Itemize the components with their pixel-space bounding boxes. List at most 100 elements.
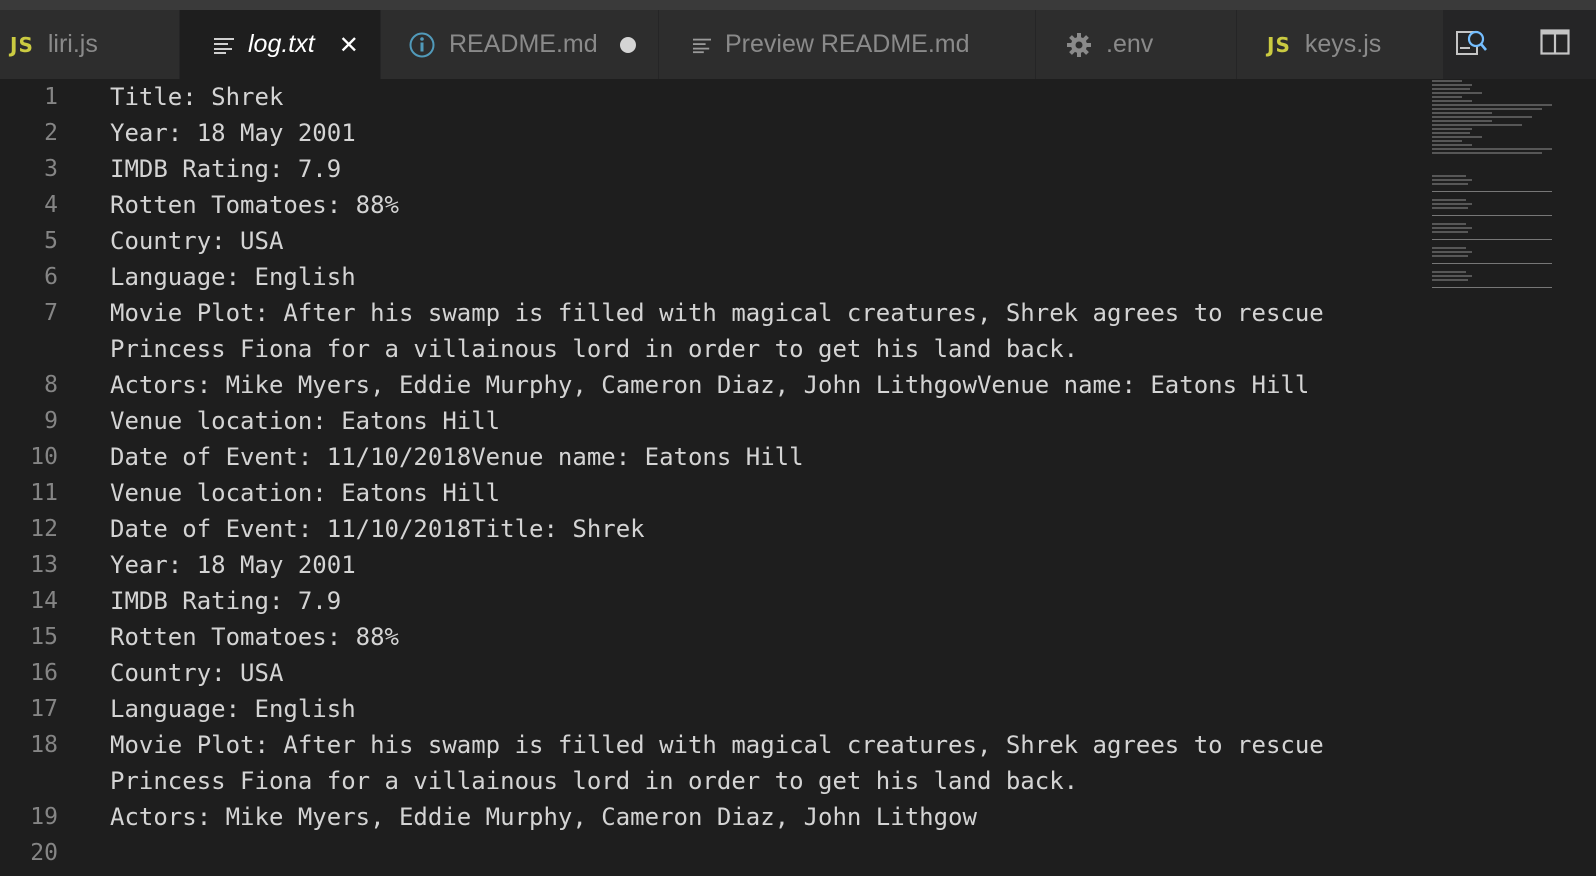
editor-line[interactable]: 16 Country: USA — [0, 655, 1420, 691]
line-number: 10 — [30, 444, 58, 470]
minimap-line — [1432, 104, 1552, 106]
line-text: Date of Event: 11/10/2018Title: Shrek — [110, 515, 645, 543]
minimap-line — [1432, 116, 1532, 118]
editor-line[interactable]: 2 Year: 18 May 2001 — [0, 115, 1420, 151]
tab-readme-md[interactable]: README.md — [381, 10, 659, 79]
minimap-line — [1432, 80, 1462, 82]
gear-icon — [1066, 32, 1092, 58]
info-icon — [409, 32, 435, 58]
line-number: 9 — [44, 408, 58, 434]
open-preview-icon[interactable] — [1455, 27, 1487, 62]
line-text: Year: 18 May 2001 — [110, 551, 356, 579]
line-text: Actors: Mike Myers, Eddie Murphy, Camero… — [110, 371, 1310, 399]
editor-line[interactable]: 18 Movie Plot: After his swamp is filled … — [0, 727, 1420, 799]
editor-line[interactable]: 5 Country: USA — [0, 223, 1420, 259]
line-number: 14 — [30, 588, 58, 614]
line-number: 5 — [44, 228, 58, 254]
line-number: 15 — [30, 624, 58, 650]
minimap-line — [1432, 183, 1468, 185]
window-title-strip — [0, 0, 1596, 10]
line-number: 3 — [44, 156, 58, 182]
tab-label: README.md — [449, 30, 598, 58]
line-text: Movie Plot: After his swamp is filled wi… — [110, 299, 1339, 363]
editor-line[interactable]: 12 Date of Event: 11/10/2018Title: Shrek — [0, 511, 1420, 547]
line-number: 8 — [44, 372, 58, 398]
line-text: IMDB Rating: 7.9 — [110, 155, 342, 183]
editor-actions — [1428, 10, 1596, 79]
line-text: Year: 18 May 2001 — [110, 119, 356, 147]
tab-label: Preview README.md — [725, 30, 970, 58]
editor-line[interactable]: 8 Actors: Mike Myers, Eddie Murphy, Camer… — [0, 367, 1420, 403]
minimap-line — [1432, 84, 1472, 86]
editor-line[interactable]: 15 Rotten Tomatoes: 88% — [0, 619, 1420, 655]
editor-line[interactable]: 3 IMDB Rating: 7.9 — [0, 151, 1420, 187]
editor-line[interactable]: 4 Rotten Tomatoes: 88% — [0, 187, 1420, 223]
editor-line[interactable]: 20 — [0, 835, 1420, 871]
minimap-line — [1432, 136, 1482, 138]
line-text: Language: English — [110, 263, 356, 291]
minimap-line — [1432, 179, 1472, 181]
line-number: 18 — [30, 732, 58, 758]
text-file-icon — [693, 36, 711, 54]
minimap-separator — [1432, 263, 1552, 264]
editor-tab-bar: JS liri.js log.txt ✕ README.md Preview R… — [0, 10, 1596, 79]
minimap-line — [1432, 175, 1466, 177]
tab-log-txt[interactable]: log.txt ✕ — [180, 10, 381, 79]
line-number: 11 — [30, 480, 58, 506]
line-text: Rotten Tomatoes: 88% — [110, 623, 399, 651]
tab-label: log.txt — [248, 30, 315, 58]
minimap-line — [1432, 247, 1466, 249]
minimap-line — [1432, 92, 1482, 94]
minimap-line — [1432, 88, 1470, 90]
tab-keys-js[interactable]: JS keys.js — [1237, 10, 1444, 79]
minimap-line — [1432, 144, 1472, 146]
editor-line[interactable]: 14 IMDB Rating: 7.9 — [0, 583, 1420, 619]
minimap-line — [1432, 275, 1472, 277]
line-text: Title: Shrek — [110, 83, 284, 111]
js-icon: JS — [10, 32, 34, 57]
line-text — [110, 835, 1360, 871]
editor-line[interactable]: 10 Date of Event: 11/10/2018Venue name: E… — [0, 439, 1420, 475]
editor-line[interactable]: 9 Venue location: Eatons Hill — [0, 403, 1420, 439]
text-file-icon — [214, 36, 234, 54]
minimap-separator — [1432, 191, 1552, 192]
line-number: 6 — [44, 264, 58, 290]
line-text: Date of Event: 11/10/2018Venue name: Eat… — [110, 443, 804, 471]
unsaved-dot-icon[interactable] — [619, 36, 636, 53]
tab-liri-js[interactable]: JS liri.js — [0, 10, 180, 79]
line-text: Venue location: Eatons Hill — [110, 407, 501, 435]
line-number: 16 — [30, 660, 58, 686]
minimap-line — [1432, 271, 1466, 273]
editor-line[interactable]: 19 Actors: Mike Myers, Eddie Murphy, Came… — [0, 799, 1420, 835]
tab-label: .env — [1106, 30, 1154, 58]
line-text: Actors: Mike Myers, Eddie Murphy, Camero… — [110, 803, 977, 831]
text-editor[interactable]: 1 Title: Shrek 2 Year: 18 May 2001 3 IMDB Rat… — [0, 79, 1420, 876]
editor-line[interactable]: 7 Movie Plot: After his swamp is filled w… — [0, 295, 1420, 367]
minimap-line — [1432, 108, 1542, 110]
editor-line[interactable]: 6 Language: English — [0, 259, 1420, 295]
minimap-line — [1432, 207, 1468, 209]
line-number: 13 — [30, 552, 58, 578]
minimap-line — [1432, 231, 1468, 233]
tab-env[interactable]: .env — [1036, 10, 1237, 79]
line-number: 17 — [30, 696, 58, 722]
minimap-line — [1432, 132, 1470, 134]
line-number: 20 — [30, 840, 58, 866]
split-editor-icon[interactable] — [1539, 29, 1570, 60]
editor-line[interactable]: 11 Venue location: Eatons Hill — [0, 475, 1420, 511]
minimap-line — [1432, 199, 1466, 201]
minimap-line — [1432, 128, 1472, 130]
minimap-line — [1432, 227, 1472, 229]
close-icon[interactable]: ✕ — [339, 31, 359, 59]
editor-line[interactable]: 13 Year: 18 May 2001 — [0, 547, 1420, 583]
editor-line[interactable]: 1 Title: Shrek — [0, 79, 1420, 115]
tab-label: liri.js — [47, 30, 98, 58]
minimap-separator — [1432, 215, 1552, 216]
line-number: 1 — [44, 84, 58, 110]
tab-preview-readme[interactable]: Preview README.md — [659, 10, 1036, 79]
editor-line[interactable]: 17 Language: English — [0, 691, 1420, 727]
js-icon: JS — [1267, 32, 1291, 57]
line-text: IMDB Rating: 7.9 — [110, 587, 342, 615]
minimap[interactable] — [1432, 80, 1554, 300]
line-text: Country: USA — [110, 227, 284, 255]
